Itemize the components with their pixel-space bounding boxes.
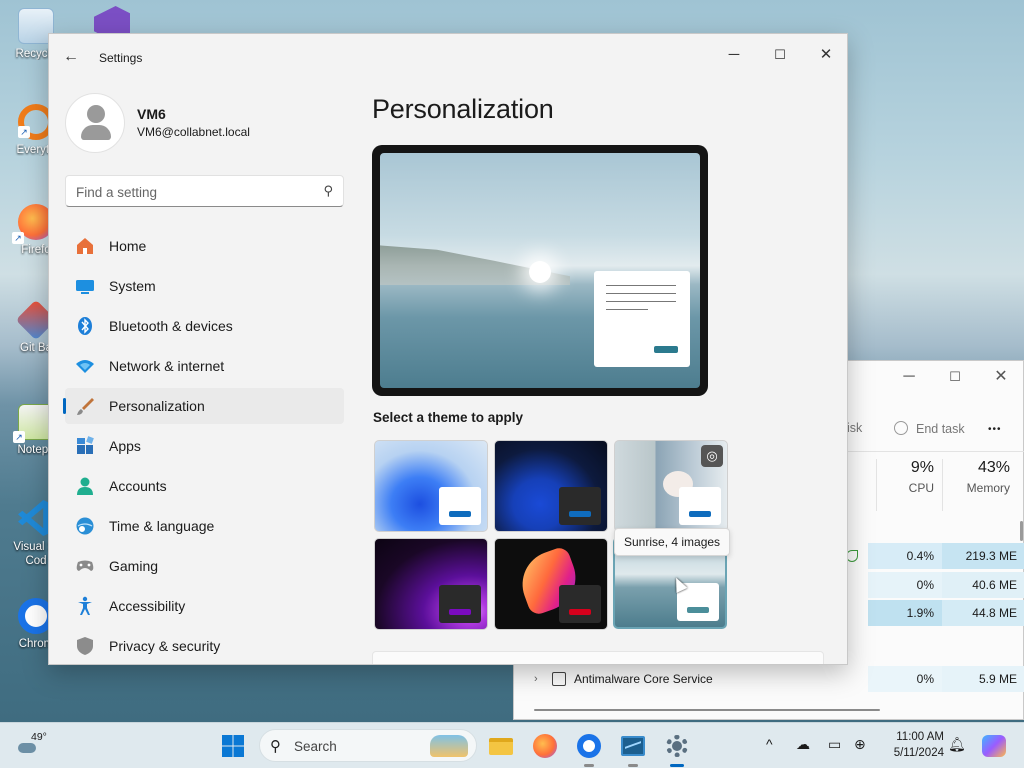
- accounts-icon: [77, 477, 93, 495]
- slideshow-badge-icon: ◎: [701, 445, 723, 467]
- settings-taskbar-icon[interactable]: [663, 732, 691, 767]
- tm-maximize-button[interactable]: ☐: [932, 365, 978, 389]
- settings-window[interactable]: ← Settings ─ ☐ ✕ VM6 VM6@collabnet.local…: [48, 33, 848, 665]
- service-icon: [552, 672, 566, 686]
- firefox-taskbar-icon[interactable]: [531, 732, 559, 760]
- desktop: Recycle ↗ Everyth ↗ Firefo Git Ba ↗ Note…: [0, 0, 1024, 722]
- sidebar-item-apps[interactable]: Apps: [65, 428, 344, 464]
- preview-line: [606, 293, 676, 294]
- taskbar-search-box[interactable]: ⚲ Search: [259, 729, 477, 762]
- find-setting-search-box[interactable]: ⚲: [65, 175, 344, 207]
- theme-taskbar-sample: [679, 487, 721, 525]
- shortcut-arrow-icon: ↗: [13, 431, 25, 443]
- preview-line: [606, 285, 676, 286]
- paintbrush-icon: [77, 398, 94, 415]
- theme-preview-wallpaper: [380, 153, 700, 388]
- sidebar-item-network[interactable]: Network & internet: [65, 348, 344, 384]
- windows-start-icon[interactable]: [219, 732, 247, 760]
- globe-clock-icon: [76, 517, 94, 535]
- sidebar-item-bluetooth[interactable]: Bluetooth & devices: [65, 308, 344, 344]
- copilot-icon[interactable]: [980, 732, 1008, 760]
- sidebar-nav: Home System Bluetooth & devices Network …: [63, 228, 344, 664]
- table-row[interactable]: › Antimalware Core Service 0% 5.9 ME: [514, 666, 1024, 692]
- shield-icon: [77, 637, 93, 655]
- tm-end-task-button[interactable]: End task: [894, 421, 965, 436]
- tm-horizontal-scrollbar[interactable]: [534, 709, 880, 711]
- sidebar-item-time-language[interactable]: Time & language: [65, 508, 344, 544]
- taskbar: 49° ⚲ Search ^ ☁ ▭ ⊕ 11:00 AM 5/11/2024 …: [0, 722, 1024, 768]
- gamepad-icon: [76, 560, 94, 571]
- wifi-icon: [76, 360, 94, 373]
- weather-cloud-icon: [18, 743, 36, 753]
- shortcut-arrow-icon: ↗: [12, 232, 24, 244]
- sidebar-item-accessibility[interactable]: Accessibility: [65, 588, 344, 624]
- main-content: Personalization Select a theme to apply: [372, 34, 847, 664]
- clock-date: 5/11/2024: [893, 747, 944, 759]
- tm-more-options-button[interactable]: •••: [988, 424, 1002, 435]
- clock-time: 11:00 AM: [896, 731, 944, 743]
- search-icon: ⚲: [270, 738, 281, 755]
- chrome-taskbar-icon[interactable]: [575, 732, 603, 767]
- sidebar-item-system[interactable]: System: [65, 268, 344, 304]
- preview-line: [606, 309, 648, 310]
- task-manager-taskbar-icon[interactable]: [619, 732, 647, 767]
- preview-button: [654, 346, 678, 353]
- theme-section-label: Select a theme to apply: [373, 410, 524, 425]
- tm-scrollbar[interactable]: [1020, 521, 1023, 541]
- theme-tooltip: Sunrise, 4 images: [614, 528, 731, 556]
- system-icon: [76, 280, 94, 294]
- search-highlight-icon: [430, 735, 468, 757]
- clock[interactable]: 11:00 AM 5/11/2024: [874, 729, 944, 761]
- accessibility-icon: [78, 596, 92, 615]
- home-icon: [77, 238, 93, 254]
- bluetooth-icon: [78, 317, 92, 335]
- theme-tile-captured-motion[interactable]: [494, 538, 608, 630]
- search-input[interactable]: [76, 182, 311, 202]
- theme-tile-windows-dark[interactable]: [494, 440, 608, 532]
- end-task-icon: [894, 421, 908, 435]
- profile-name: VM6: [137, 106, 166, 122]
- tm-cpu-column-header[interactable]: 9% CPU: [876, 459, 942, 511]
- theme-tile-glow[interactable]: [374, 538, 488, 630]
- avatar-head: [87, 105, 105, 123]
- preview-line: [606, 301, 676, 302]
- theme-taskbar-sample: [559, 585, 601, 623]
- tm-memory-column-header[interactable]: 43% Memory: [942, 459, 1018, 511]
- cloud-offline-icon[interactable]: ☁: [796, 736, 810, 753]
- search-icon[interactable]: ⚲: [323, 183, 333, 199]
- sidebar-item-gaming[interactable]: Gaming: [65, 548, 344, 584]
- theme-taskbar-sample: [439, 585, 481, 623]
- sidebar-item-privacy-security[interactable]: Privacy & security: [65, 628, 344, 664]
- sidebar-item-accounts[interactable]: Accounts: [65, 468, 344, 504]
- theme-preview: [372, 145, 708, 396]
- sidebar-item-home[interactable]: Home: [65, 228, 344, 264]
- display-icon[interactable]: ▭: [828, 736, 841, 753]
- tm-minimize-button[interactable]: ─: [886, 365, 932, 389]
- back-arrow-icon[interactable]: ←: [63, 48, 79, 66]
- window-title: Settings: [99, 51, 143, 65]
- show-hidden-icons-chevron-icon[interactable]: ^: [766, 736, 773, 752]
- sidebar-item-personalization[interactable]: Personalization: [63, 388, 344, 424]
- tm-close-button[interactable]: ✕: [978, 365, 1024, 389]
- shortcut-arrow-icon: ↗: [18, 126, 30, 138]
- apps-icon: [77, 436, 94, 454]
- network-icon[interactable]: ⊕: [854, 736, 866, 753]
- notification-bell-icon[interactable]: 🔔︎: [948, 736, 966, 753]
- preview-sample-window: [594, 271, 690, 367]
- theme-taskbar-sample: [439, 487, 481, 525]
- theme-tile-windows-light[interactable]: [374, 440, 488, 532]
- file-explorer-icon[interactable]: [487, 732, 515, 760]
- profile-email: VM6@collabnet.local: [137, 125, 250, 139]
- avatar[interactable]: [65, 93, 125, 153]
- weather-widget[interactable]: 49°: [18, 731, 48, 761]
- page-title: Personalization: [372, 94, 554, 124]
- settings-card[interactable]: [372, 651, 824, 664]
- expand-chevron-icon: ›: [534, 673, 538, 685]
- tm-run-task-button[interactable]: isk: [847, 421, 862, 435]
- theme-tile-glow-flowers[interactable]: ◎: [614, 440, 728, 532]
- theme-taskbar-sample: [559, 487, 601, 525]
- preview-sun: [529, 261, 551, 283]
- avatar-body: [81, 125, 111, 140]
